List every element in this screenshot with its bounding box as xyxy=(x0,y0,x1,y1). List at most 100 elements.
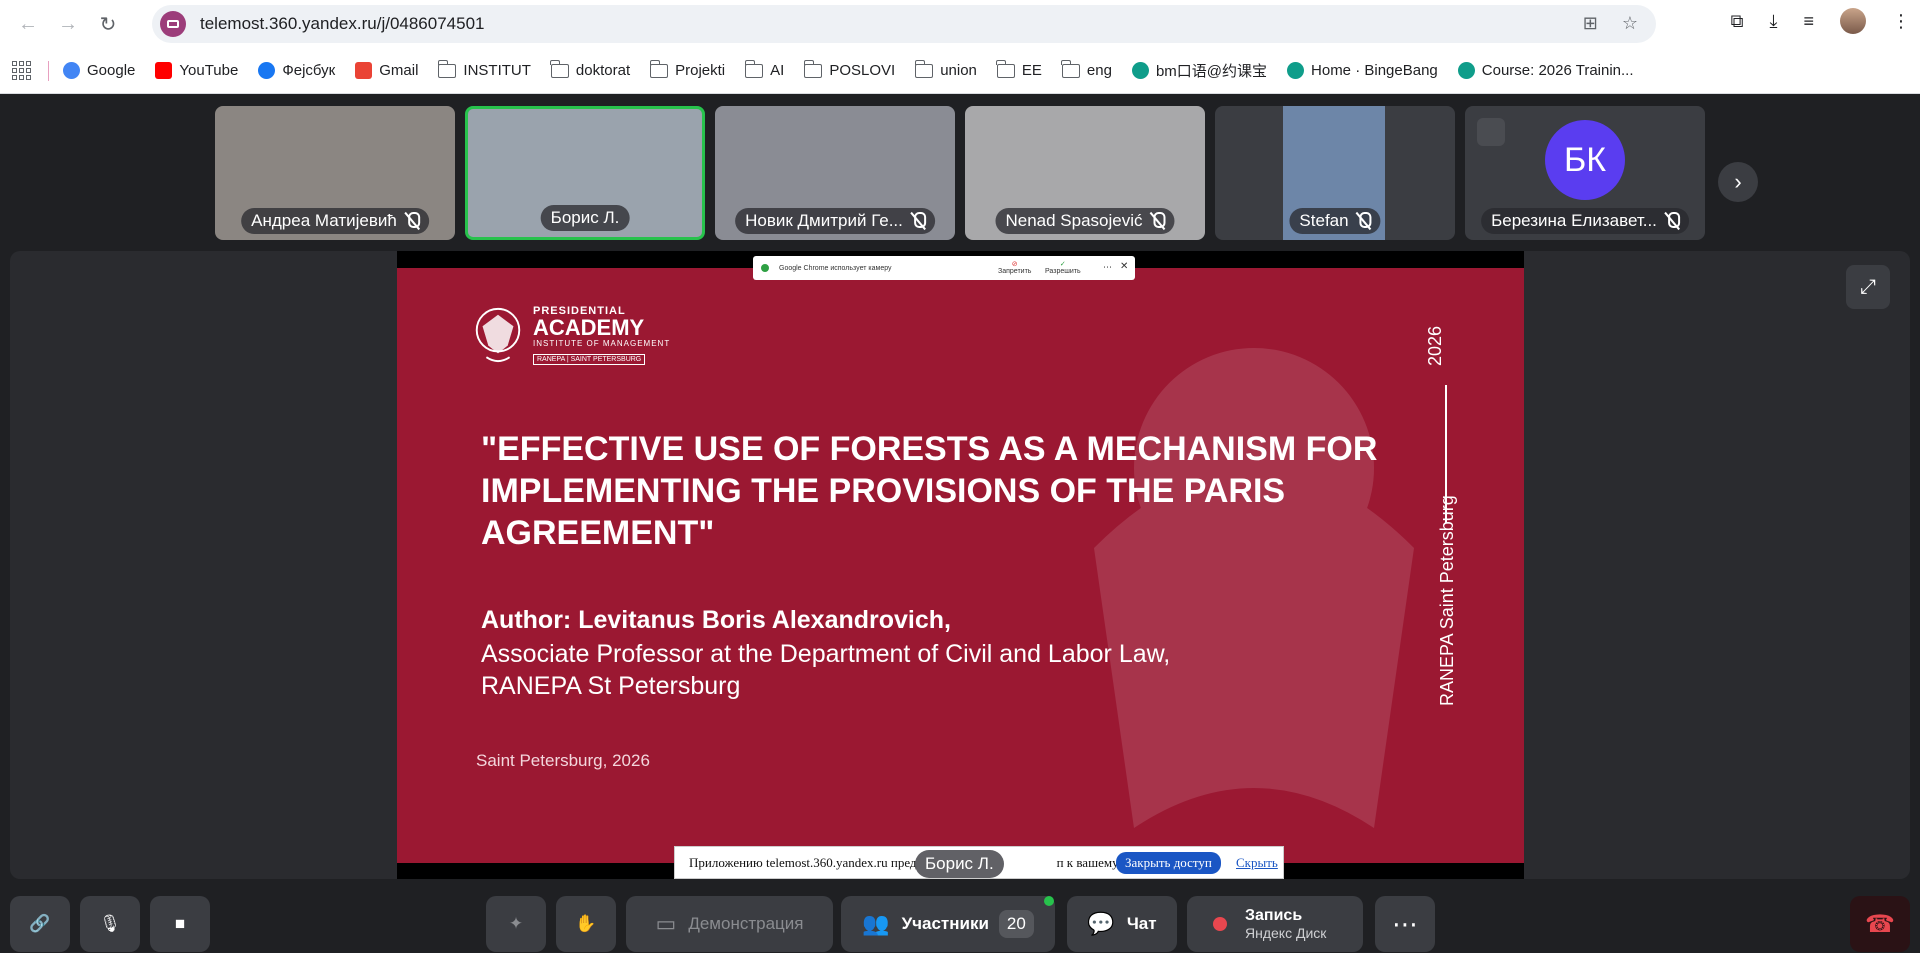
bookmark-label: AI xyxy=(770,62,785,79)
record-dot-icon xyxy=(1213,917,1227,931)
camera-more-icon[interactable]: ⋯ xyxy=(1103,262,1112,273)
record-button[interactable]: Запись Яндекс Диск xyxy=(1187,896,1363,952)
bookmark-13[interactable]: Home · BingeBang xyxy=(1287,62,1438,79)
back-button[interactable]: ← xyxy=(10,6,46,42)
speaker-name-pill: Борис Л. xyxy=(915,850,1004,878)
site-info-icon[interactable] xyxy=(160,11,186,37)
sparkle-icon: ✦ xyxy=(508,914,524,933)
bookmark-6[interactable]: Projekti xyxy=(649,59,726,79)
chat-label: Чат xyxy=(1126,914,1157,933)
bookmark-5[interactable]: doktorat xyxy=(550,59,630,79)
participant-tile[interactable]: Nenad Spasojević xyxy=(965,106,1205,240)
bookmark-7[interactable]: AI xyxy=(744,59,785,79)
logo-line4: RANEPA | SAINT PETERSBURG xyxy=(533,353,646,365)
bookmark-label: Projekti xyxy=(675,62,726,79)
bookmarks-bar: Google YouTube Фејсбук Gmail INSTITUT doktora… xyxy=(0,48,1920,94)
monitor-icon: ▭ xyxy=(655,911,677,936)
reload-button[interactable]: ↻ xyxy=(90,6,126,42)
bookmark-11[interactable]: eng xyxy=(1061,59,1112,79)
translate-icon[interactable]: ⊞ xyxy=(1583,13,1598,34)
bookmark-star-icon[interactable]: ☆ xyxy=(1622,13,1638,34)
camera-icon: ■ xyxy=(174,914,186,933)
affiliation-line2: RANEPA St Petersburg xyxy=(481,672,741,700)
people-icon: 👥 xyxy=(862,911,890,936)
camera-deny-button[interactable]: ⊘ Запретить xyxy=(998,260,1031,275)
mic-off-icon: 🎙 xyxy=(99,914,121,933)
participant-tile[interactable]: Stefan xyxy=(1215,106,1455,240)
bookmark-3[interactable]: Gmail xyxy=(355,62,418,79)
bookmark-label: INSTITUT xyxy=(463,62,531,79)
fullscreen-icon[interactable]: ⤢ xyxy=(1846,265,1890,309)
bookmark-12[interactable]: bm口语@约课宝 xyxy=(1131,60,1268,81)
downloads-icon[interactable]: ⤓ xyxy=(1770,11,1778,32)
participant-name: Березина Елизавет... xyxy=(1491,211,1657,230)
folder-icon xyxy=(803,59,823,78)
signal-icon xyxy=(1477,118,1505,146)
link-icon: 🔗 xyxy=(29,914,51,933)
leave-call-button[interactable]: ☎ xyxy=(1850,896,1910,952)
participant-tile[interactable]: Новик Дмитрий Ге... xyxy=(715,106,955,240)
screen-share-button[interactable]: ▭ Демонстрация xyxy=(626,896,833,952)
bookmark-label: eng xyxy=(1086,62,1112,79)
chat-button[interactable]: 💬 Чат xyxy=(1067,896,1177,952)
profile-avatar[interactable] xyxy=(1840,8,1866,34)
bookmark-label: POSLOVI xyxy=(829,62,896,79)
url-text[interactable]: telemost.360.yandex.ru/j/0486074501 xyxy=(200,14,484,34)
record-sub-label: Яндекс Диск xyxy=(1245,925,1327,941)
camera-button[interactable]: ■ xyxy=(150,896,210,952)
screen-share-label: Демонстрация xyxy=(688,914,804,933)
raise-hand-button[interactable]: ✋ xyxy=(556,896,616,952)
effects-button[interactable]: ✦ xyxy=(486,896,546,952)
forward-button[interactable]: → xyxy=(50,6,86,42)
bookmark-9[interactable]: union xyxy=(914,59,977,79)
microphone-button[interactable]: 🎙 xyxy=(80,896,140,952)
participant-tile[interactable]: Борис Л. xyxy=(465,106,705,240)
camera-close-icon[interactable]: ✕ xyxy=(1120,261,1128,272)
slide-side-text: RANEPA Saint Petersburg xyxy=(1437,495,1457,706)
bookmark-label: bm口语@约课宝 xyxy=(1155,63,1268,80)
site-icon xyxy=(1131,62,1149,79)
bookmark-14[interactable]: Course: 2026 Trainin... xyxy=(1457,62,1634,79)
copy-link-button[interactable]: 🔗 xyxy=(10,896,70,952)
chat-icon: 💬 xyxy=(1087,911,1115,936)
folder-icon xyxy=(437,59,457,78)
eagle-emblem-icon xyxy=(475,307,521,363)
slide-year-vertical: 2026 xyxy=(1425,325,1445,366)
bookmark-4[interactable]: INSTITUT xyxy=(437,59,531,79)
extensions-icon[interactable]: ⧉ xyxy=(1731,11,1744,32)
chrome-menu-icon[interactable]: ⋮ xyxy=(1892,11,1910,32)
bookmark-label: Gmail xyxy=(379,62,419,79)
participant-name: Борис Л. xyxy=(550,208,620,227)
participants-count: 20 xyxy=(998,910,1034,938)
slide-author: Author: Levitanus Boris Alexandrovich, xyxy=(481,606,951,634)
bookmark-label: union xyxy=(940,62,977,79)
google-icon xyxy=(63,62,80,79)
camera-deny-label: Запретить xyxy=(998,268,1032,275)
participant-tile[interactable]: БК Березина Елизавет... xyxy=(1465,106,1705,240)
slide-place-date: Saint Petersburg, 2026 xyxy=(476,751,650,770)
camera-allow-button[interactable]: ✓ Разрешить xyxy=(1045,260,1081,275)
media-control-icon[interactable]: ≡ xyxy=(1803,11,1814,32)
bookmark-10[interactable]: EE xyxy=(996,59,1042,79)
participants-button[interactable]: 👥 Участники 20 xyxy=(841,896,1055,952)
camera-popup-text: Google Chrome использует камеру xyxy=(779,264,892,272)
apps-grid-icon[interactable] xyxy=(12,60,32,81)
hide-notice-link[interactable]: Скрыть xyxy=(1236,855,1278,871)
bookmark-1[interactable]: YouTube xyxy=(155,62,238,79)
affiliation-line1: Associate Professor at the Department of… xyxy=(481,640,1171,668)
bookmark-0[interactable]: Google xyxy=(63,62,135,79)
more-options-button[interactable]: ⋯ xyxy=(1375,896,1435,952)
participant-tile[interactable]: Андреа Матијевић xyxy=(215,106,455,240)
bookmark-8[interactable]: POSLOVI xyxy=(803,59,896,79)
mic-muted-icon xyxy=(1151,212,1166,230)
bookmark-label: Фејсбук xyxy=(282,62,336,79)
bookmarks-separator xyxy=(48,60,49,81)
camera-in-use-popup: Google Chrome использует камеру ⊘ Запрети… xyxy=(753,256,1135,280)
address-bar[interactable]: telemost.360.yandex.ru/j/0486074501 ⊞ ☆ xyxy=(152,5,1656,43)
stop-sharing-button[interactable]: Закрыть доступ xyxy=(1116,852,1221,874)
folder-icon xyxy=(550,59,569,78)
folder-icon xyxy=(744,59,764,78)
emblem-watermark xyxy=(1094,348,1414,828)
bookmark-2[interactable]: Фејсбук xyxy=(258,62,335,79)
next-participants-button[interactable]: › xyxy=(1718,162,1758,202)
